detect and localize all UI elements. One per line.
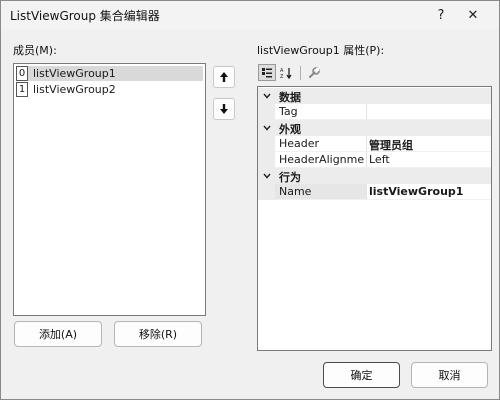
property-value[interactable]: Left — [369, 153, 390, 166]
property-name: Name — [279, 185, 312, 198]
category-label: 数据 — [279, 91, 301, 104]
property-toolbar: A Z — [257, 63, 490, 83]
dialog-title: ListViewGroup 集合编辑器 — [10, 9, 160, 23]
property-name: HeaderAlignmen — [279, 153, 365, 166]
item-text: listViewGroup2 — [33, 83, 116, 96]
property-pages-button[interactable] — [305, 64, 323, 81]
property-row-header-alignment[interactable]: HeaderAlignmen Left — [258, 152, 491, 168]
remove-button[interactable]: 移除(R) — [114, 321, 202, 347]
title-bar: ListViewGroup 集合编辑器 ? ✕ — [1, 1, 499, 29]
category-label: 行为 — [279, 171, 301, 184]
property-row-tag[interactable]: Tag — [258, 104, 491, 120]
add-button[interactable]: 添加(A) — [14, 321, 102, 347]
alphabetical-button[interactable]: A Z — [278, 64, 296, 81]
category-row[interactable]: 外观 — [258, 120, 491, 136]
move-up-button[interactable] — [213, 66, 235, 88]
arrow-up-icon — [220, 72, 228, 82]
item-index: 0 — [16, 66, 28, 81]
property-value[interactable]: listViewGroup1 — [369, 185, 463, 198]
property-name: Header — [279, 137, 320, 150]
cancel-button[interactable]: 取消 — [411, 362, 488, 388]
list-item[interactable]: 0 listViewGroup1 — [16, 66, 203, 81]
item-text: listViewGroup1 — [33, 67, 116, 80]
category-row[interactable]: 数据 — [258, 88, 491, 104]
properties-label: listViewGroup1 属性(P): — [257, 44, 385, 57]
property-row-header[interactable]: Header 管理员组 — [258, 136, 491, 152]
ok-button[interactable]: 确定 — [323, 362, 400, 388]
list-item[interactable]: 1 listViewGroup2 — [16, 82, 203, 97]
help-icon: ? — [437, 7, 445, 23]
property-pages-icon — [309, 66, 320, 78]
item-index: 1 — [16, 82, 28, 97]
category-label: 外观 — [279, 123, 301, 136]
close-button[interactable]: ✕ — [457, 1, 489, 29]
close-icon: ✕ — [467, 7, 479, 23]
alphabetical-icon: A Z — [280, 67, 292, 79]
categorized-icon — [262, 67, 272, 77]
members-list[interactable]: 0 listViewGroup1 1 listViewGroup2 — [13, 63, 206, 316]
categorized-button[interactable] — [258, 64, 276, 81]
property-name: Tag — [279, 105, 298, 118]
arrow-down-icon — [220, 104, 228, 114]
chevron-down-icon[interactable] — [262, 122, 272, 134]
members-label: 成员(M): — [13, 44, 57, 57]
collection-editor-dialog: ListViewGroup 集合编辑器 ? ✕ 成员(M): 0 listVie… — [0, 0, 500, 400]
property-row-name[interactable]: Name listViewGroup1 — [258, 184, 491, 200]
category-row[interactable]: 行为 — [258, 168, 491, 184]
move-down-button[interactable] — [213, 98, 235, 120]
chevron-down-icon[interactable] — [262, 170, 272, 182]
help-button[interactable]: ? — [425, 1, 457, 29]
svg-text:Z: Z — [280, 74, 284, 79]
toolbar-separator — [300, 66, 301, 80]
property-grid[interactable]: 数据 Tag 外观 Header 管理员组 HeaderAlignmen Lef… — [257, 86, 492, 351]
chevron-down-icon[interactable] — [262, 90, 272, 102]
